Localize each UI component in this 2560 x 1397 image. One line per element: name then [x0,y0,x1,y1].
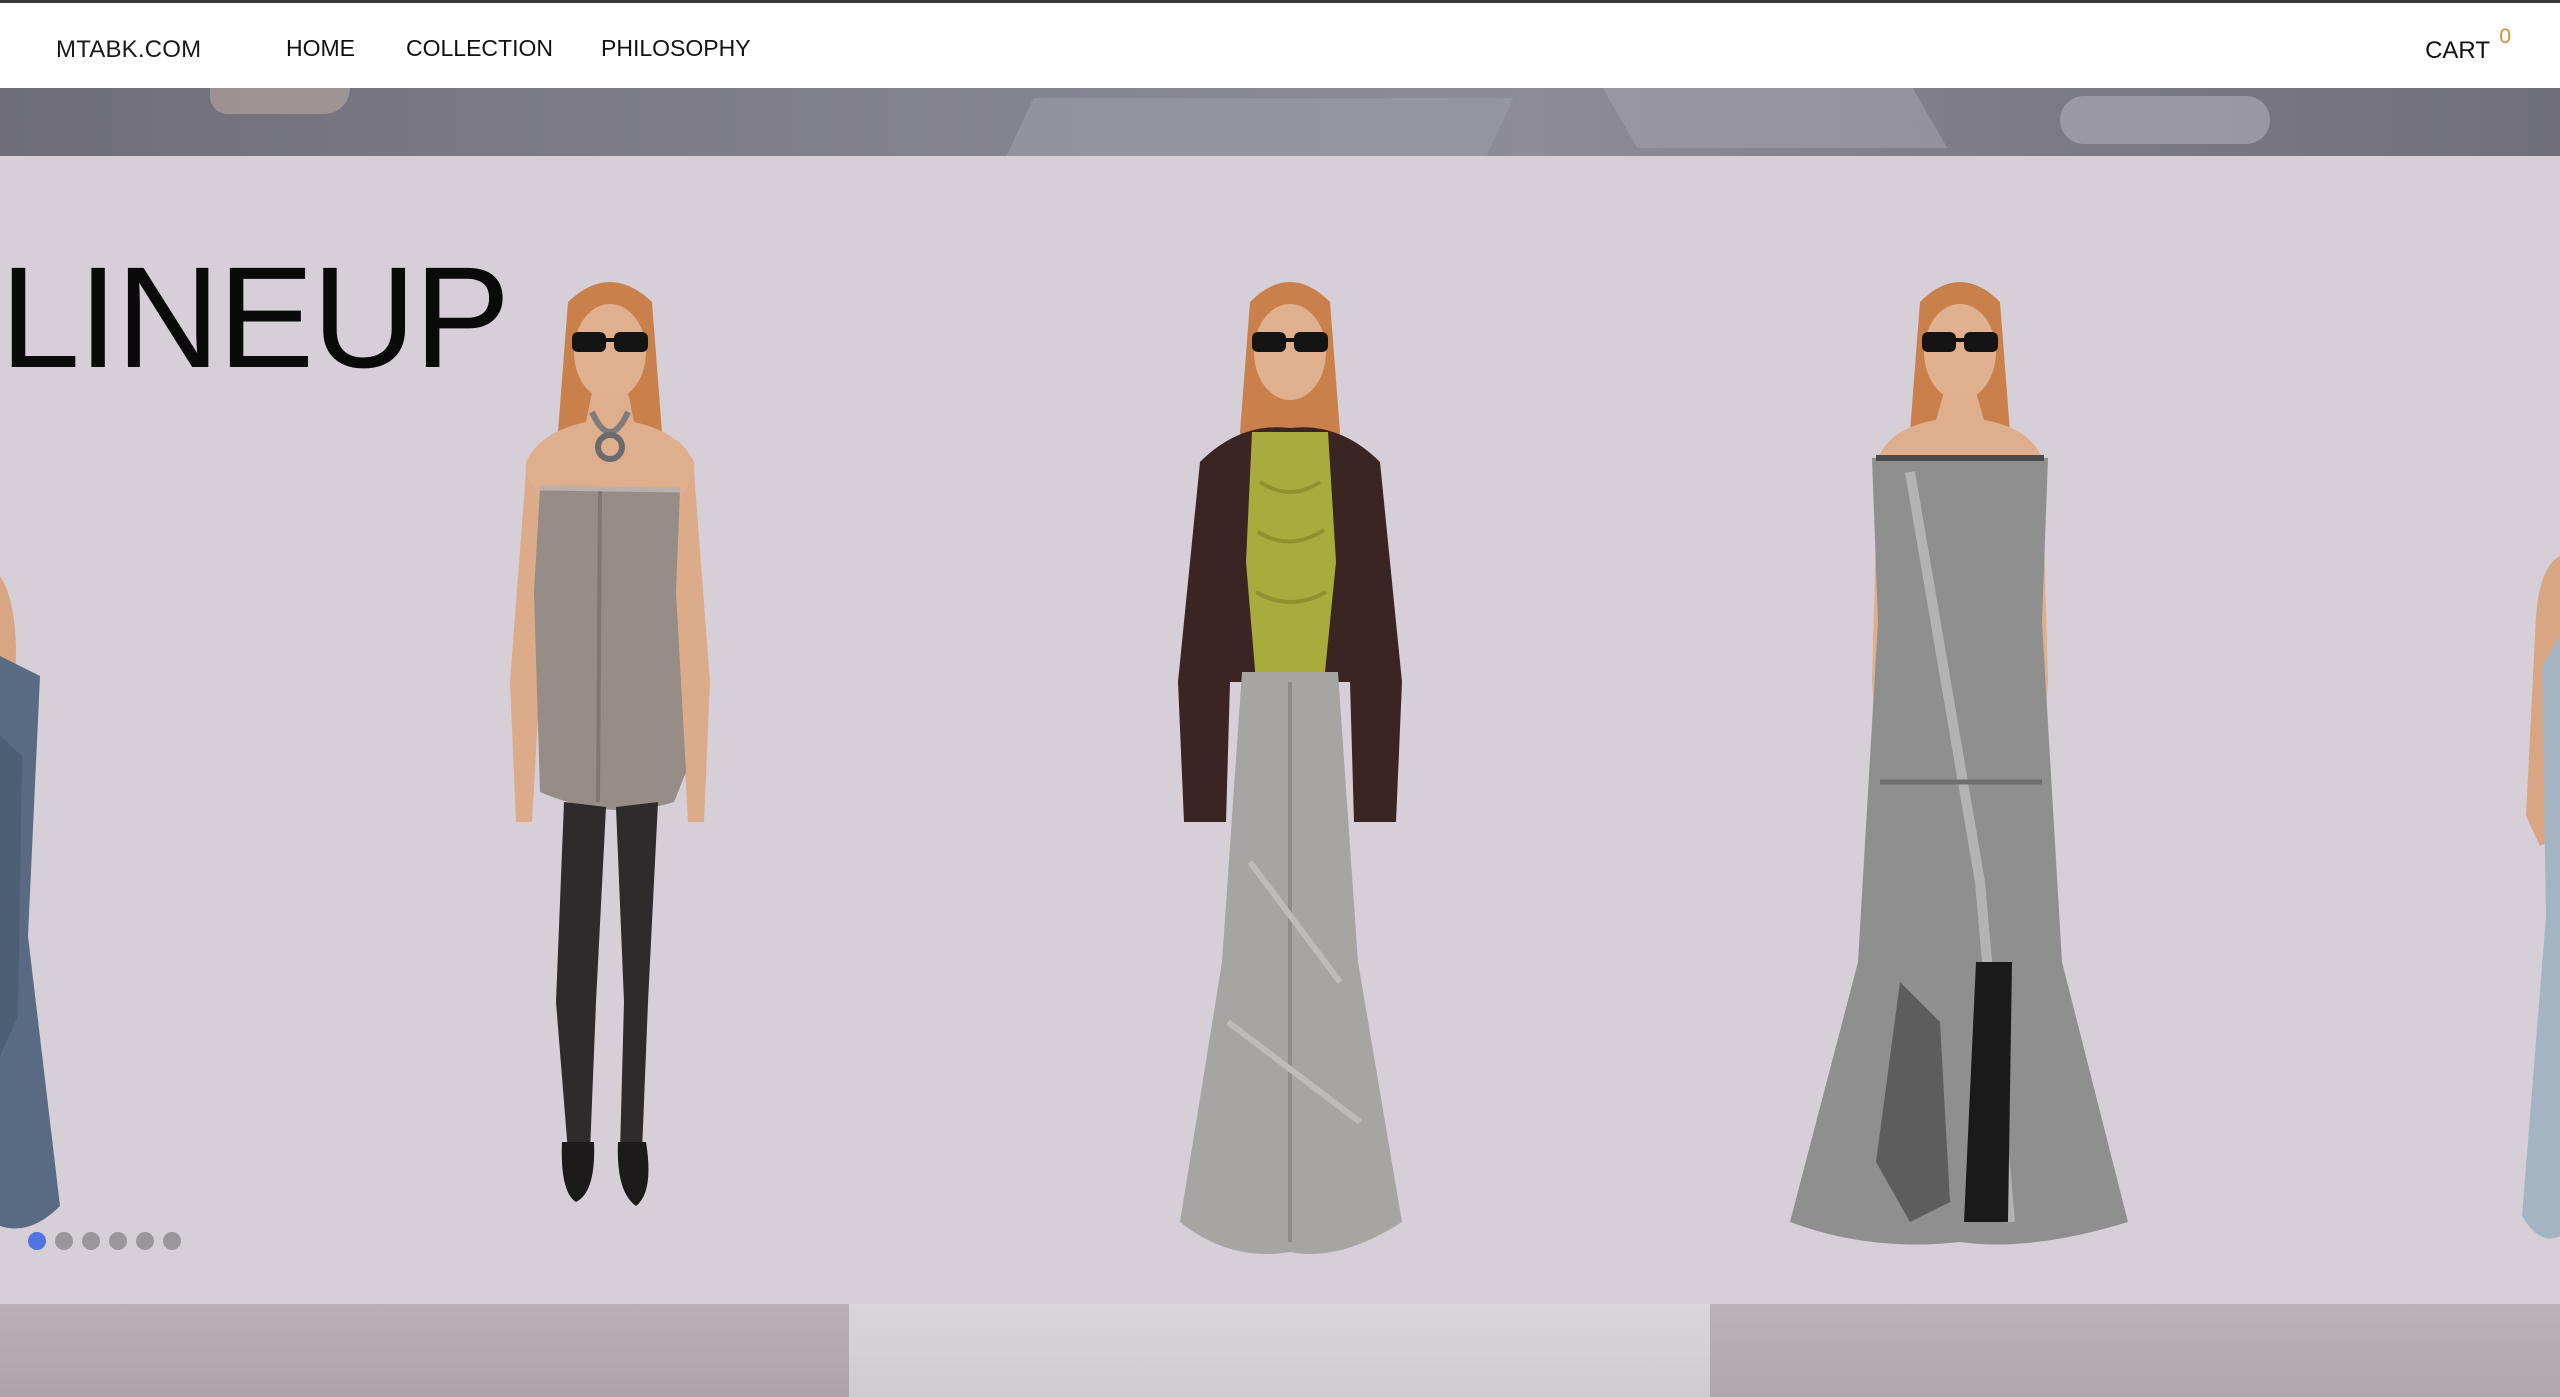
cart-link[interactable]: CART [2425,37,2490,65]
site-header: MTABK.COM HOME COLLECTION PHILOSOPHY CAR… [0,3,2560,88]
carousel-dot-3[interactable] [82,1232,100,1250]
carousel-dot-5[interactable] [136,1232,154,1250]
carousel-dot-6[interactable] [163,1232,181,1250]
carousel-dot-4[interactable] [109,1232,127,1250]
carousel-pagination [28,1232,181,1250]
hero-banner-image [0,88,2560,156]
cart-count-badge: 0 [2499,25,2511,48]
model-image-1[interactable] [480,262,740,1302]
nav-home[interactable]: HOME [286,35,355,62]
lineup-title: LINEUP [0,237,510,398]
model-image-partial-right [2522,556,2560,1239]
model-image-partial-left [0,576,60,1229]
collection-tile-3[interactable] [1710,1304,2560,1397]
carousel-dot-2[interactable] [55,1232,73,1250]
lineup-carousel[interactable]: LINEUP [0,156,2560,1304]
collection-tile-2[interactable] [849,1304,1710,1397]
collection-tile-1[interactable] [0,1304,849,1397]
model-image-2[interactable] [1140,262,1440,1302]
carousel-dot-1[interactable] [28,1232,46,1250]
nav-philosophy[interactable]: PHILOSOPHY [601,35,751,62]
model-image-3[interactable] [1780,262,2140,1302]
site-logo[interactable]: MTABK.COM [56,36,201,64]
nav-collection[interactable]: COLLECTION [406,35,553,62]
collection-tiles [0,1304,2560,1397]
